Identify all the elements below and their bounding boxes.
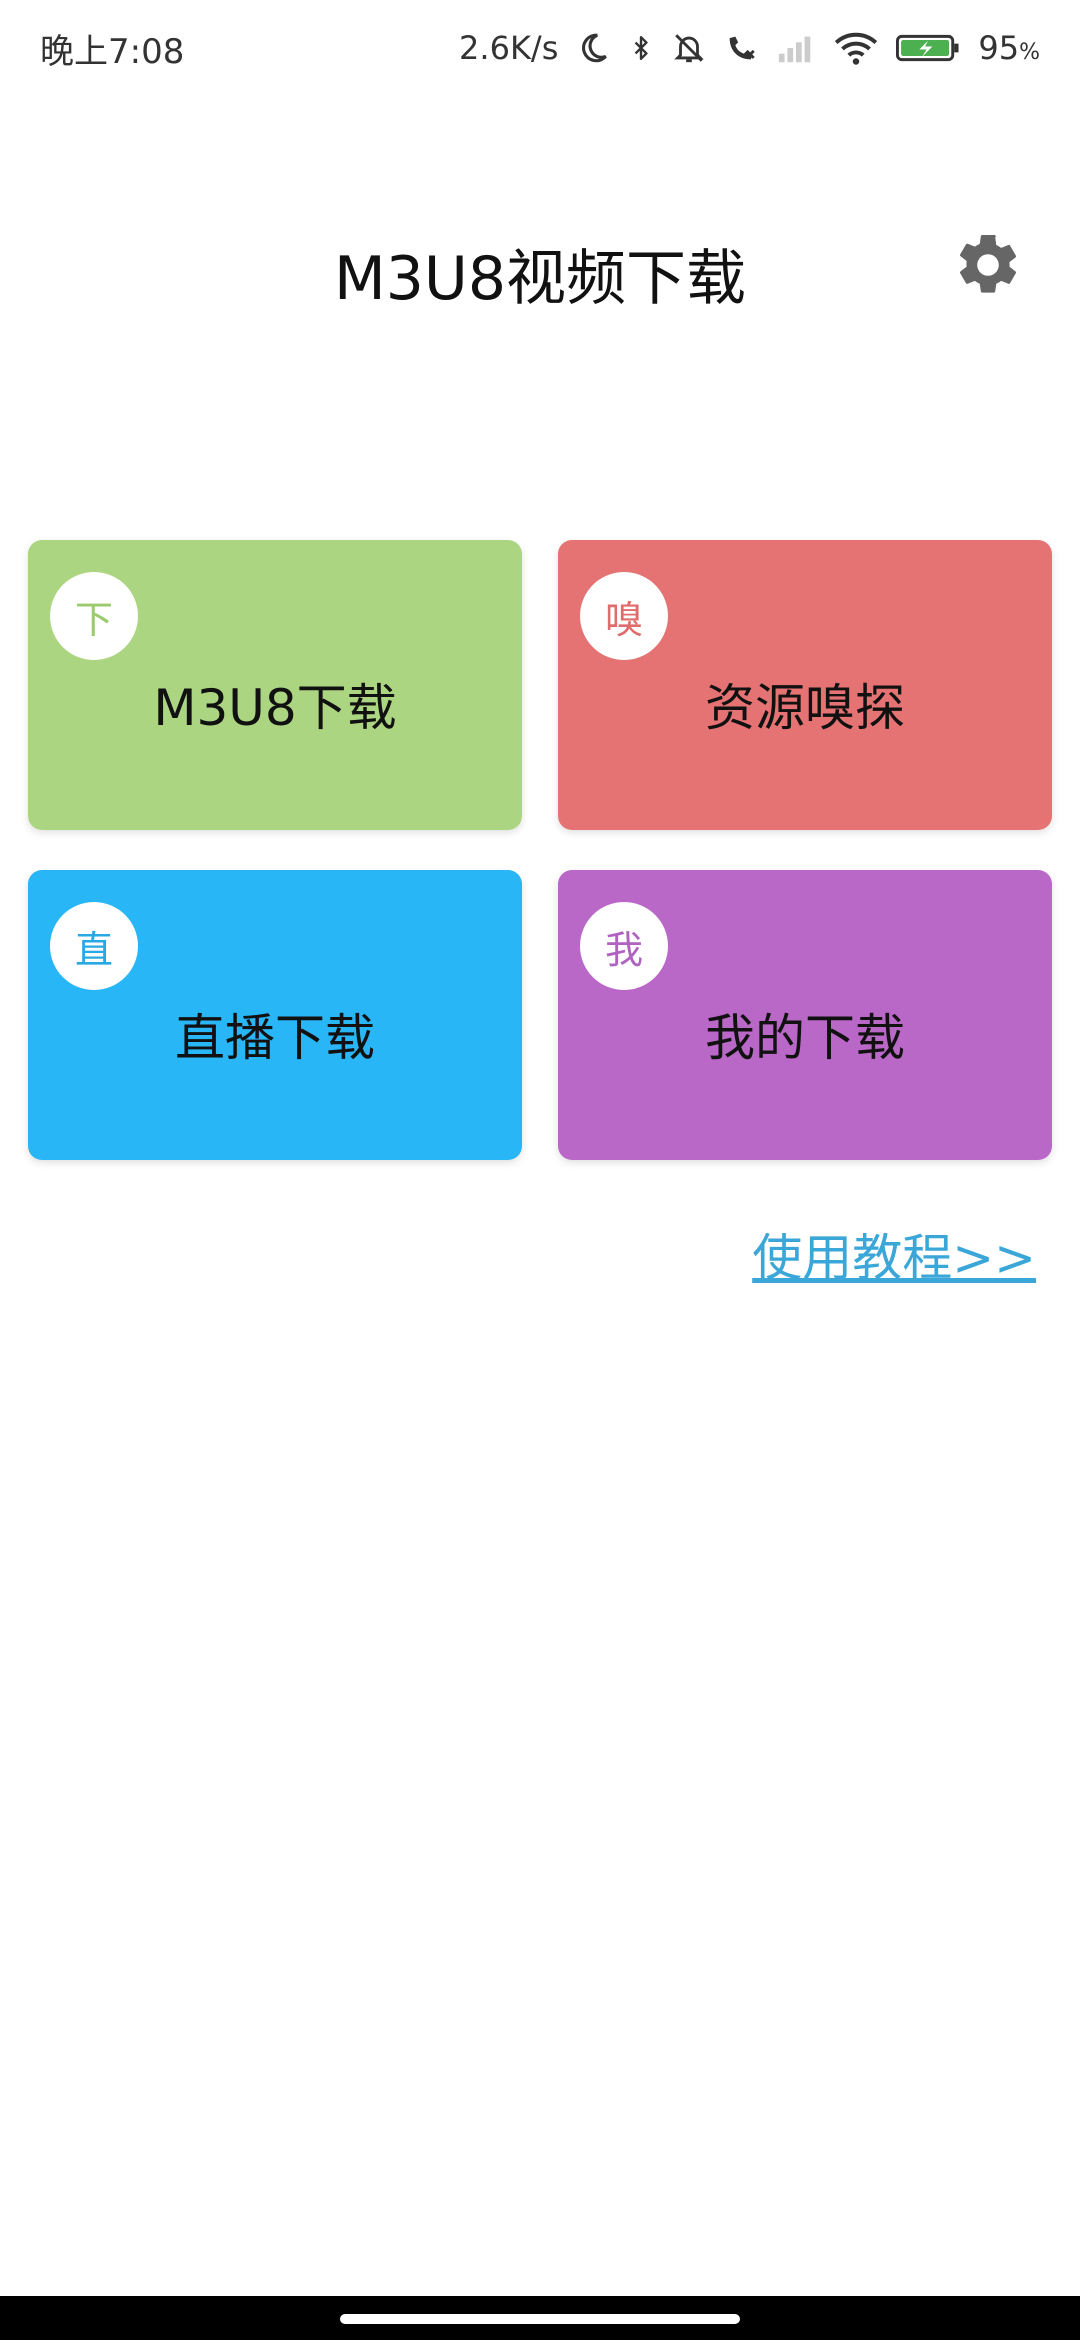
card-badge: 嗅 (580, 572, 668, 660)
battery-percent: 95% (978, 29, 1040, 67)
card-badge: 下 (50, 572, 138, 660)
network-speed: 2.6K/s (459, 29, 559, 67)
status-bar: 晚上7:08 2.6K/s 95% (0, 0, 1080, 96)
card-resource-sniff[interactable]: 嗅 资源嗅探 (558, 540, 1052, 830)
status-icons: 2.6K/s 95% (459, 28, 1040, 68)
battery-icon (896, 28, 960, 68)
wifi-icon (834, 28, 878, 68)
card-badge: 直 (50, 902, 138, 990)
status-time: 晚上7:08 (40, 31, 185, 72)
card-live-download[interactable]: 直 直播下载 (28, 870, 522, 1160)
moon-icon (576, 28, 610, 68)
card-badge: 我 (580, 902, 668, 990)
card-label: 直播下载 (175, 1009, 375, 1067)
call-icon (724, 28, 758, 68)
settings-button[interactable] (948, 225, 1028, 305)
card-label: M3U8下载 (153, 679, 397, 737)
card-label: 资源嗅探 (705, 679, 905, 737)
card-m3u8-download[interactable]: 下 M3U8下载 (28, 540, 522, 830)
page-title: M3U8视频下载 (333, 244, 747, 314)
bluetooth-icon (628, 28, 654, 68)
bell-off-icon (672, 28, 706, 68)
card-my-downloads[interactable]: 我 我的下载 (558, 870, 1052, 1160)
card-label: 我的下载 (705, 1009, 905, 1067)
home-indicator[interactable] (340, 2314, 740, 2324)
screen: 晚上7:08 2.6K/s 95% M3U8视频下载 下 M3U8下载 嗅 资源… (0, 0, 1080, 2340)
tutorial-link[interactable]: 使用教程>> (752, 1218, 1036, 1290)
signal-icon (776, 28, 816, 68)
feature-grid: 下 M3U8下载 嗅 资源嗅探 直 直播下载 我 我的下载 (28, 540, 1052, 1160)
app-header: M3U8视频下载 (0, 200, 1080, 330)
navigation-bar (0, 2296, 1080, 2340)
gear-icon (960, 234, 1017, 293)
